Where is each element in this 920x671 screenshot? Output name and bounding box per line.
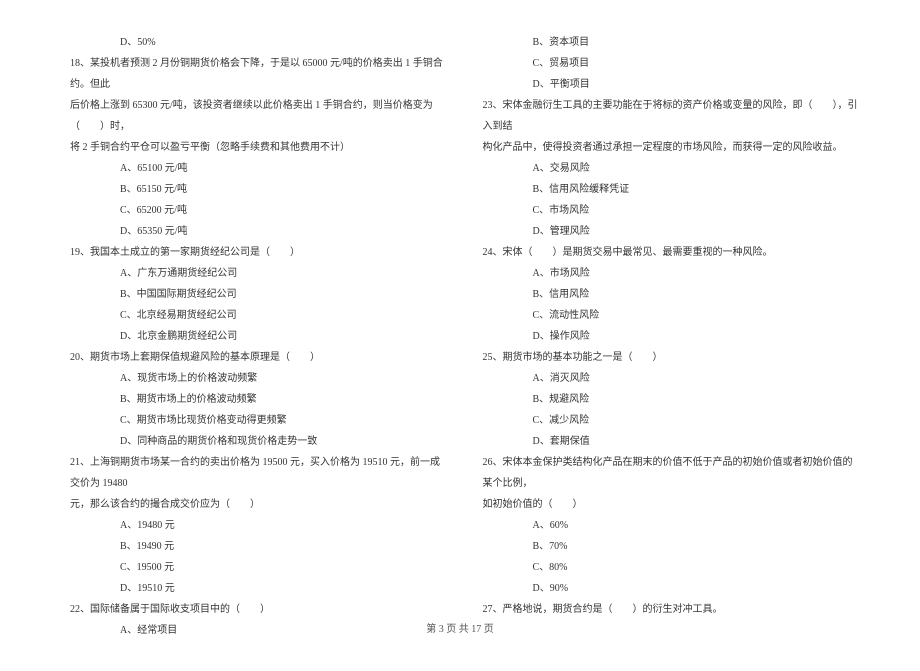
option-19a: A、广东万通期货经纪公司 (60, 263, 448, 284)
option-22b: B、资本项目 (473, 32, 861, 53)
option-21b: B、19490 元 (60, 536, 448, 557)
option-17d: D、50% (60, 32, 448, 53)
option-20b: B、期货市场上的价格波动频繁 (60, 389, 448, 410)
option-18d: D、65350 元/吨 (60, 221, 448, 242)
question-18-line3: 将 2 手铜合约平仓可以盈亏平衡（忽略手续费和其他费用不计） (60, 137, 448, 158)
option-23a: A、交易风险 (473, 158, 861, 179)
option-19d: D、北京金鹏期货经纪公司 (60, 326, 448, 347)
option-25b: B、规避风险 (473, 389, 861, 410)
option-26d: D、90% (473, 578, 861, 599)
option-19b: B、中国国际期货经纪公司 (60, 284, 448, 305)
question-19: 19、我国本土成立的第一家期货经纪公司是（ ） (60, 242, 448, 263)
option-20a: A、现货市场上的价格波动频繁 (60, 368, 448, 389)
question-27: 27、严格地说，期货合约是（ ）的衍生对冲工具。 (473, 599, 861, 620)
option-23c: C、市场风险 (473, 200, 861, 221)
question-20: 20、期货市场上套期保值规避风险的基本原理是（ ） (60, 347, 448, 368)
option-18c: C、65200 元/吨 (60, 200, 448, 221)
option-18b: B、65150 元/吨 (60, 179, 448, 200)
option-26c: C、80% (473, 557, 861, 578)
question-22: 22、国际储备属于国际收支项目中的（ ） (60, 599, 448, 620)
right-column: B、资本项目 C、贸易项目 D、平衡项目 23、宋体金融衍生工具的主要功能在于将… (463, 32, 861, 641)
option-21c: C、19500 元 (60, 557, 448, 578)
page-footer: 第 3 页 共 17 页 (0, 620, 920, 635)
option-21d: D、19510 元 (60, 578, 448, 599)
page-container: D、50% 18、某投机者预测 2 月份铜期货价格会下降，于是以 65000 元… (0, 0, 920, 671)
left-column: D、50% 18、某投机者预测 2 月份铜期货价格会下降，于是以 65000 元… (60, 32, 463, 641)
question-18-line1: 18、某投机者预测 2 月份铜期货价格会下降，于是以 65000 元/吨的价格卖… (60, 53, 448, 95)
option-20c: C、期货市场比现货价格变动得更频繁 (60, 410, 448, 431)
question-23-line2: 构化产品中，使得投资者通过承担一定程度的市场风险，而获得一定的风险收益。 (473, 137, 861, 158)
option-22c: C、贸易项目 (473, 53, 861, 74)
question-21-line1: 21、上海铜期货市场某一合约的卖出价格为 19500 元，买入价格为 19510… (60, 452, 448, 494)
question-25: 25、期货市场的基本功能之一是（ ） (473, 347, 861, 368)
option-26b: B、70% (473, 536, 861, 557)
option-24d: D、操作风险 (473, 326, 861, 347)
question-23-line1: 23、宋体金融衍生工具的主要功能在于将标的资产价格或变量的风险，即（ ），引入到… (473, 95, 861, 137)
question-18-line2: 后价格上涨到 65300 元/吨，该投资者继续以此价格卖出 1 手铜合约，则当价… (60, 95, 448, 137)
question-24: 24、宋体（ ）是期货交易中最常见、最需要重视的一种风险。 (473, 242, 861, 263)
option-24c: C、流动性风险 (473, 305, 861, 326)
option-22d: D、平衡项目 (473, 74, 861, 95)
option-24a: A、市场风险 (473, 263, 861, 284)
option-23b: B、信用风险缓释凭证 (473, 179, 861, 200)
option-24b: B、信用风险 (473, 284, 861, 305)
option-19c: C、北京经易期货经纪公司 (60, 305, 448, 326)
question-21-line2: 元，那么该合约的撮合成交价应为（ ） (60, 494, 448, 515)
option-25a: A、消灭风险 (473, 368, 861, 389)
option-20d: D、同种商品的期货价格和现货价格走势一致 (60, 431, 448, 452)
question-26-line1: 26、宋体本金保护类结构化产品在期末的价值不低于产品的初始价值或者初始价值的某个… (473, 452, 861, 494)
option-18a: A、65100 元/吨 (60, 158, 448, 179)
question-26-line2: 如初始价值的（ ） (473, 494, 861, 515)
option-25c: C、减少风险 (473, 410, 861, 431)
option-21a: A、19480 元 (60, 515, 448, 536)
option-26a: A、60% (473, 515, 861, 536)
option-23d: D、管理风险 (473, 221, 861, 242)
option-25d: D、套期保值 (473, 431, 861, 452)
